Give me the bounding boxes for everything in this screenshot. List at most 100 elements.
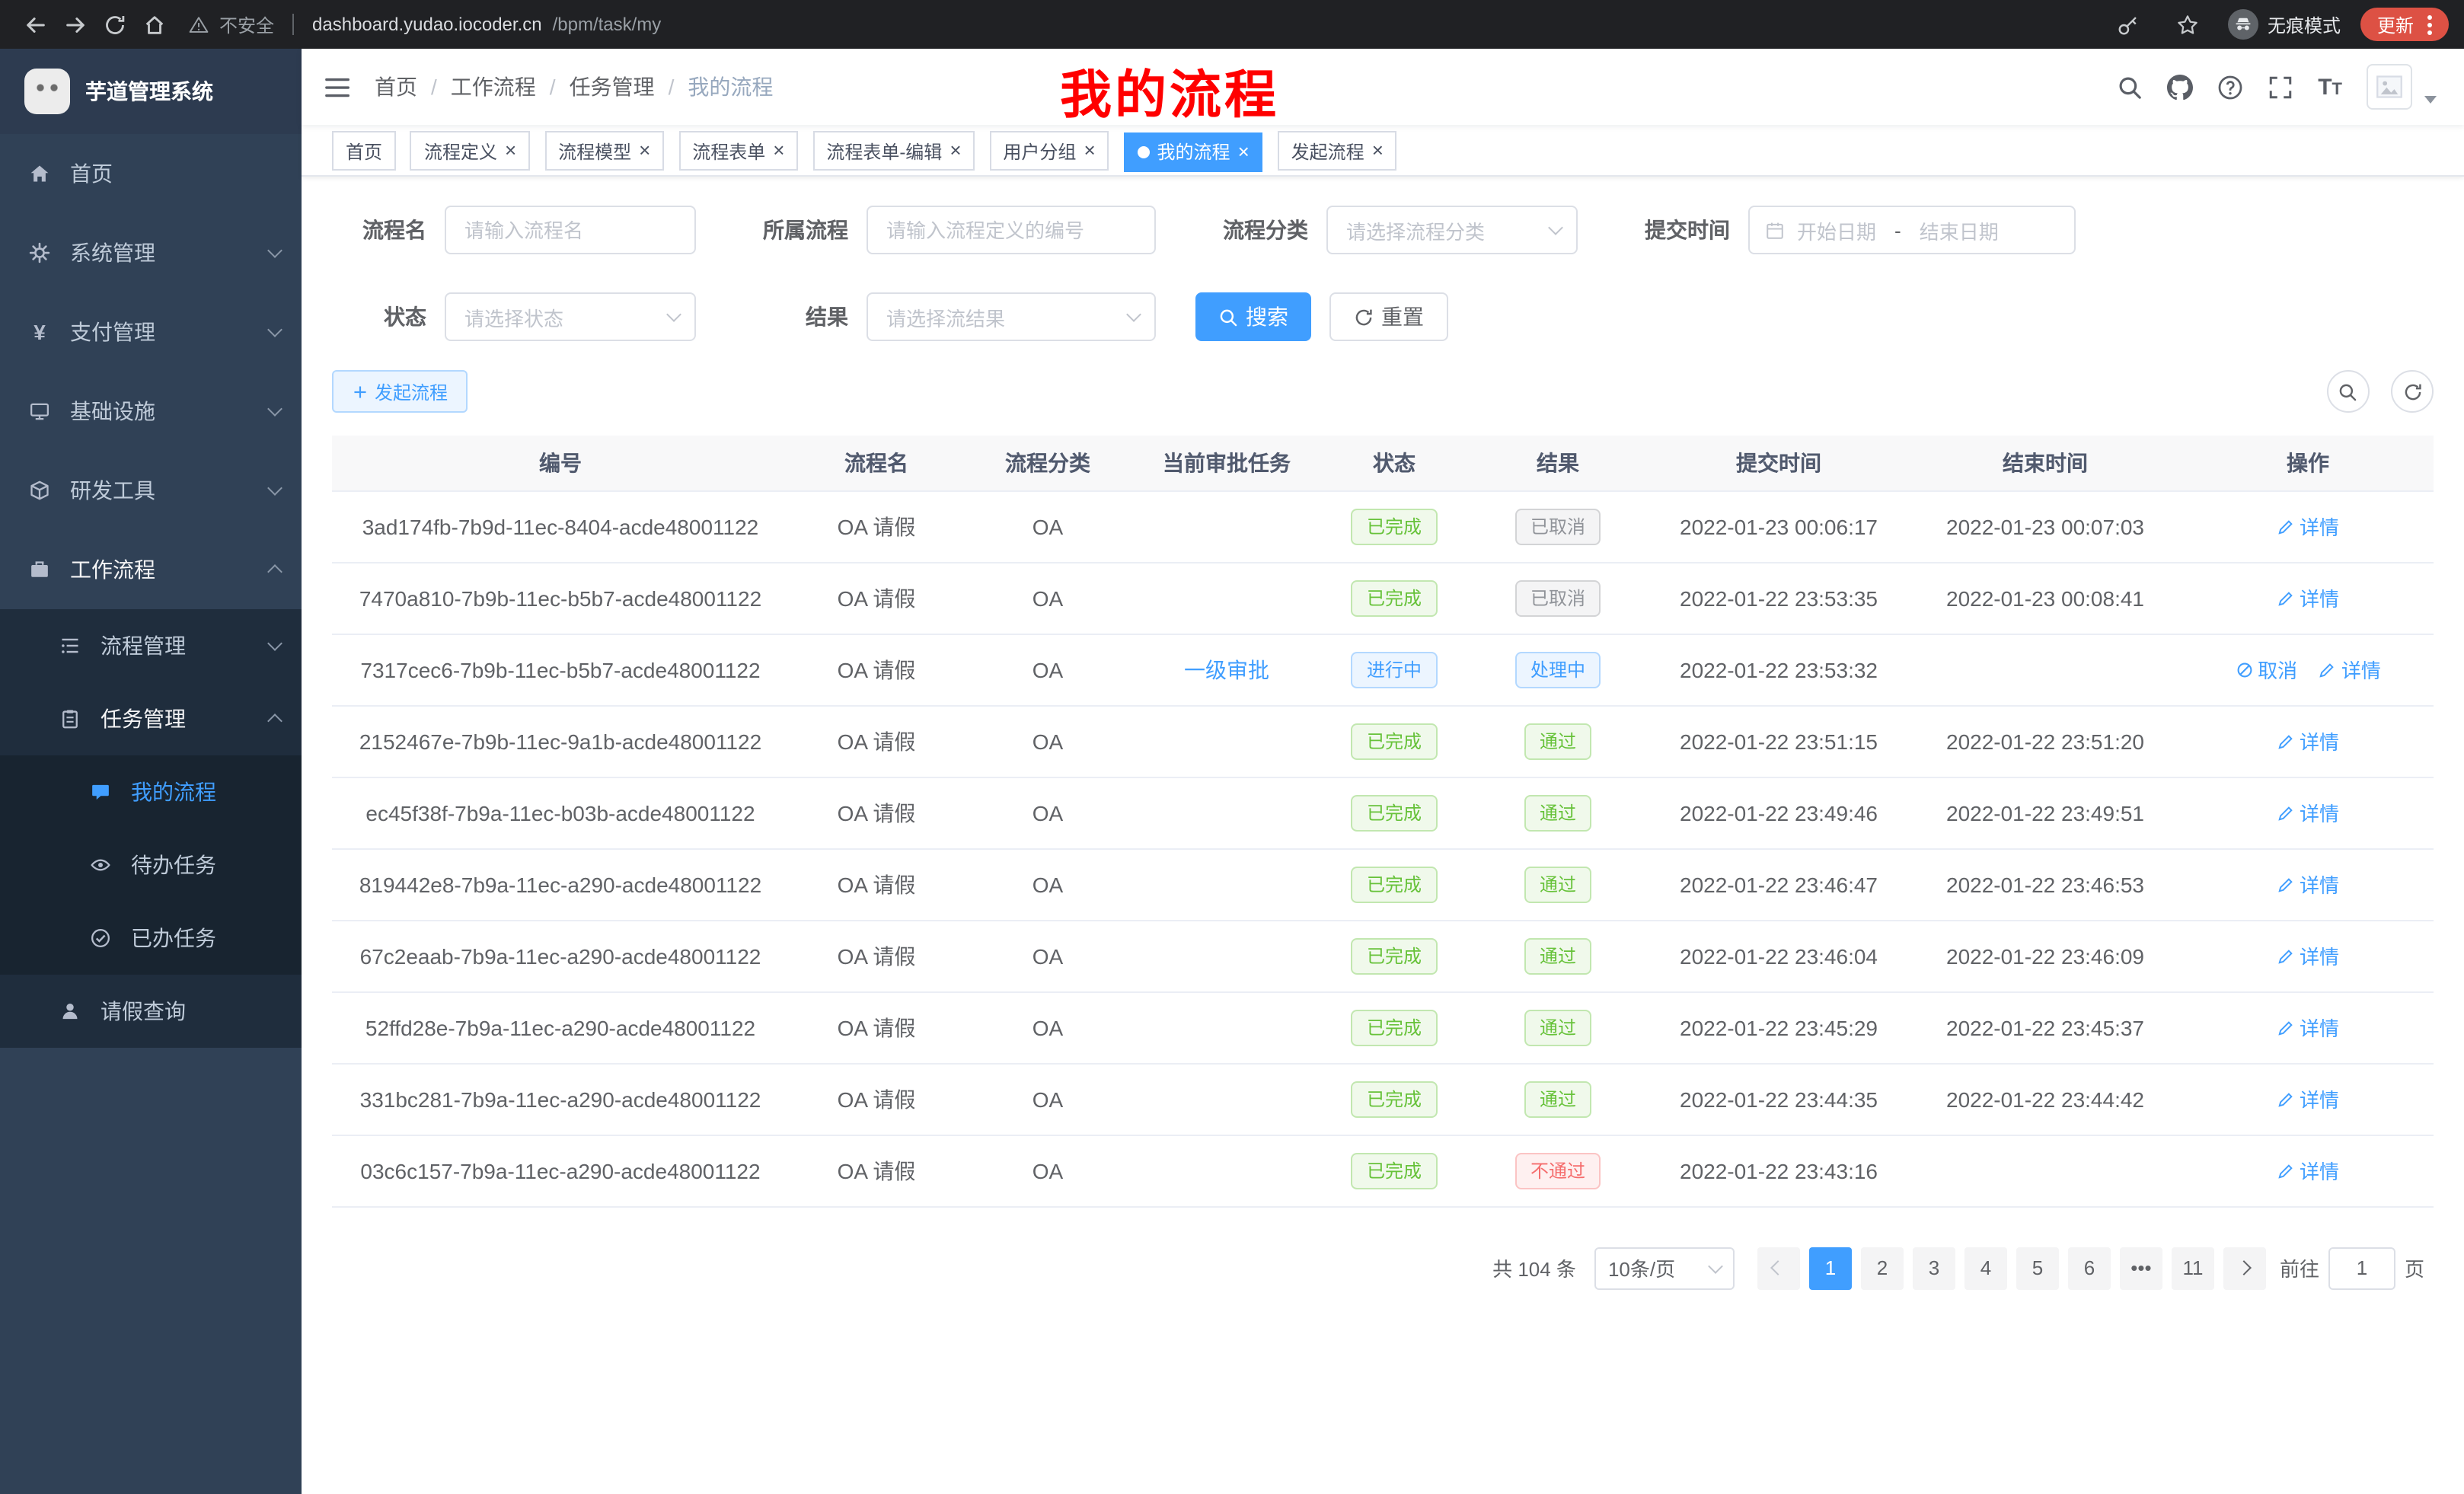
create-process-button[interactable]: 发起流程: [332, 370, 468, 413]
breadcrumb-task-management[interactable]: 任务管理: [570, 72, 655, 102]
page-jump-input[interactable]: [2328, 1247, 2395, 1289]
fullscreen-icon[interactable]: [2268, 74, 2293, 100]
close-icon[interactable]: ×: [505, 142, 516, 160]
status-badge: 已完成: [1352, 1009, 1437, 1045]
close-icon[interactable]: ×: [1238, 142, 1250, 161]
sidebar-item-payment[interactable]: ¥ 支付管理: [0, 292, 302, 372]
submit-time-range-picker[interactable]: 开始日期 - 结束日期: [1748, 206, 2076, 254]
github-icon[interactable]: [2167, 74, 2193, 100]
browser-forward-icon[interactable]: [55, 5, 94, 44]
page-button-6[interactable]: 6: [2068, 1247, 2111, 1289]
tab-process-form-edit[interactable]: 流程表单-编辑×: [812, 131, 975, 171]
sidebar-item-system[interactable]: 系统管理: [0, 213, 302, 292]
prev-page-button[interactable]: [1757, 1247, 1800, 1289]
close-icon[interactable]: ×: [773, 142, 784, 160]
sidebar-item-task-management[interactable]: 任务管理: [0, 682, 302, 755]
cell-submit-time: 2022-01-23 00:06:17: [1649, 490, 1908, 562]
sidebar-item-process-management[interactable]: 流程管理: [0, 609, 302, 682]
cancel-link[interactable]: 取消: [2235, 655, 2297, 684]
address-bar[interactable]: 不安全 dashboard.yudao.iocoder.cn/bpm/task/…: [189, 11, 661, 37]
tab-user-group[interactable]: 用户分组×: [989, 131, 1109, 171]
detail-link[interactable]: 详情: [2277, 726, 2339, 755]
close-icon[interactable]: ×: [1084, 142, 1095, 160]
search-button-label: 搜索: [1246, 302, 1288, 332]
sidebar-item-todo-tasks[interactable]: 待办任务: [0, 828, 302, 902]
chevron-down-icon: [666, 307, 681, 322]
detail-link[interactable]: 详情: [2277, 1156, 2339, 1185]
cell-id: 03c6c157-7b9a-11ec-a290-acde48001122: [332, 1135, 789, 1206]
more-pages-button[interactable]: •••: [2120, 1247, 2162, 1289]
detail-link[interactable]: 详情: [2277, 583, 2339, 612]
tab-process-definition[interactable]: 流程定义 ×: [410, 131, 530, 171]
current-task-link[interactable]: 一级审批: [1184, 657, 1269, 682]
chevron-up-icon: [270, 711, 280, 726]
sidebar-item-workflow[interactable]: 工作流程: [0, 530, 302, 609]
next-page-button[interactable]: [2223, 1247, 2266, 1289]
page-button-3[interactable]: 3: [1913, 1247, 1955, 1289]
toggle-search-button[interactable]: [2326, 370, 2369, 413]
cell-current-task: [1131, 490, 1322, 562]
browser-menu-icon[interactable]: [2427, 22, 2432, 27]
search-button[interactable]: 搜索: [1195, 292, 1311, 341]
page-button-5[interactable]: 5: [2016, 1247, 2059, 1289]
page-button-1[interactable]: 1: [1809, 1247, 1852, 1289]
sidebar-item-leave-query[interactable]: 请假查询: [0, 975, 302, 1048]
hamburger-icon[interactable]: [302, 49, 375, 125]
incognito-badge: 无痕模式: [2228, 9, 2341, 40]
breadcrumb-home[interactable]: 首页: [375, 72, 417, 102]
status-badge: 已完成: [1352, 937, 1437, 974]
detail-link[interactable]: 详情: [2319, 655, 2381, 684]
cell-category: OA: [964, 920, 1131, 991]
cell-submit-time: 2022-01-22 23:44:35: [1649, 1063, 1908, 1135]
sidebar-item-dev-tools[interactable]: 研发工具: [0, 451, 302, 530]
category-select[interactable]: 请选择流程分类: [1326, 206, 1578, 254]
cell-name: OA 请假: [789, 490, 964, 562]
close-icon[interactable]: ×: [1372, 142, 1384, 160]
tab-my-process[interactable]: 我的流程×: [1124, 132, 1263, 171]
cell-end-time: 2022-01-23 00:07:03: [1908, 490, 2182, 562]
bookmark-star-icon[interactable]: [2169, 5, 2208, 44]
browser-reload-icon[interactable]: [94, 5, 134, 44]
tab-process-model[interactable]: 流程模型×: [544, 131, 664, 171]
browser-home-icon[interactable]: [134, 5, 174, 44]
breadcrumb-workflow[interactable]: 工作流程: [451, 72, 536, 102]
detail-link[interactable]: 详情: [2277, 798, 2339, 827]
result-select[interactable]: 请选择流结果: [867, 292, 1156, 341]
sidebar-item-home[interactable]: 首页: [0, 134, 302, 213]
refresh-table-button[interactable]: [2391, 370, 2434, 413]
detail-link[interactable]: 详情: [2277, 941, 2339, 970]
process-name-input[interactable]: [445, 206, 696, 254]
search-icon[interactable]: [2117, 74, 2143, 100]
detail-link[interactable]: 详情: [2277, 1013, 2339, 1042]
jump-prefix: 前往: [2280, 1253, 2319, 1282]
page-size-select[interactable]: 10条/页: [1594, 1247, 1735, 1289]
font-size-icon[interactable]: TT: [2318, 74, 2342, 100]
edit-icon: [2277, 875, 2295, 893]
tab-label: 流程定义: [424, 138, 497, 164]
sidebar-item-my-process[interactable]: 我的流程: [0, 755, 302, 828]
tab-home[interactable]: 首页: [332, 131, 396, 171]
tab-initiate-process[interactable]: 发起流程×: [1278, 131, 1397, 171]
detail-link[interactable]: 详情: [2277, 870, 2339, 899]
browser-back-icon[interactable]: [15, 5, 55, 44]
sidebar-item-done-tasks[interactable]: 已办任务: [0, 902, 302, 975]
process-def-input[interactable]: [867, 206, 1156, 254]
chevron-down-icon: [1126, 307, 1141, 322]
page-button-11[interactable]: 11: [2172, 1247, 2214, 1289]
close-icon[interactable]: ×: [950, 142, 961, 160]
help-icon[interactable]: [2217, 74, 2243, 100]
reset-button[interactable]: 重置: [1329, 292, 1448, 341]
key-icon[interactable]: [2109, 5, 2149, 44]
page-button-4[interactable]: 4: [1964, 1247, 2007, 1289]
page-button-2[interactable]: 2: [1861, 1247, 1904, 1289]
close-icon[interactable]: ×: [639, 142, 650, 160]
tab-process-form[interactable]: 流程表单×: [678, 131, 798, 171]
sidebar-item-infrastructure[interactable]: 基础设施: [0, 372, 302, 451]
detail-link[interactable]: 详情: [2277, 512, 2339, 541]
avatar[interactable]: [2367, 64, 2412, 110]
update-button[interactable]: 更新: [2360, 8, 2449, 41]
cell-submit-time: 2022-01-22 23:45:29: [1649, 991, 1908, 1063]
status-select[interactable]: 请选择状态: [445, 292, 696, 341]
result-badge: 已取消: [1515, 508, 1601, 544]
detail-link[interactable]: 详情: [2277, 1084, 2339, 1113]
